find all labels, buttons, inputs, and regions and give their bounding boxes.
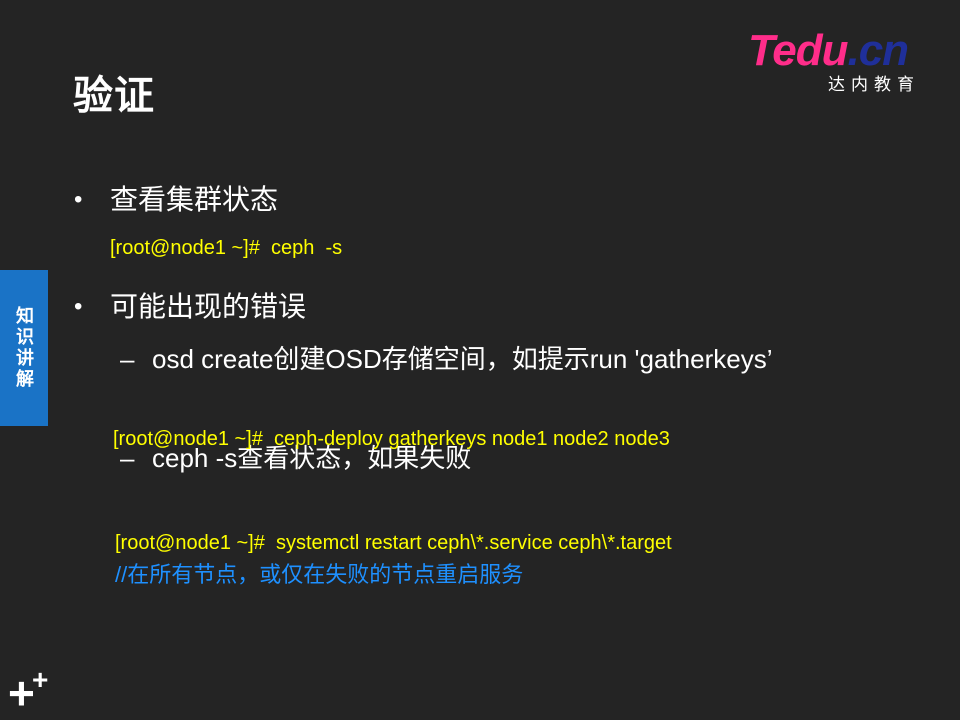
plus-large: + (8, 667, 35, 719)
bullet-check-cluster-status: • 查看集群状态 (74, 183, 279, 217)
command-gatherkeys: [root@node1 ~]# ceph-deploy gatherkeys n… (113, 428, 670, 450)
logo-wordmark: Tedu.cn (748, 26, 909, 75)
sub-dash: – (120, 344, 135, 374)
bullet-text: 可能出现的错误 (110, 291, 307, 322)
logo-brand-blue: .cn (847, 26, 909, 75)
bullet-dot: • (74, 186, 83, 213)
slide-title: 验证 (73, 74, 155, 118)
slide: 验证 Tedu.cn 达内教育 知识讲解 • 查看集群状态 [root@node… (0, 0, 960, 720)
command-restart-ceph: [root@node1 ~]# systemctl restart ceph\*… (115, 532, 672, 554)
logo-brand-pink: Tedu (748, 26, 848, 75)
command-ceph-status: [root@node1 ~]# ceph -s (110, 237, 343, 259)
subitem-text: osd create创建OSD存储空间，如提示run 'gatherkeys’ (152, 344, 773, 374)
plus-small: + (32, 664, 49, 695)
bullet-text: 查看集群状态 (110, 184, 279, 215)
tedu-logo: Tedu.cn 达内教育 (748, 28, 928, 100)
subitem-osd-create: – osd create创建OSD存储空间，如提示run 'gatherkeys… (120, 343, 773, 375)
bullet-dot: • (74, 293, 83, 320)
command-comment: //在所有节点，或仅在失败的节点重启服务 (115, 562, 524, 587)
side-tab: 知识讲解 (0, 270, 48, 426)
bullet-possible-errors: • 可能出现的错误 (74, 290, 307, 324)
side-tab-label: 知识讲解 (14, 306, 34, 390)
logo-subtitle: 达内教育 (828, 75, 920, 94)
